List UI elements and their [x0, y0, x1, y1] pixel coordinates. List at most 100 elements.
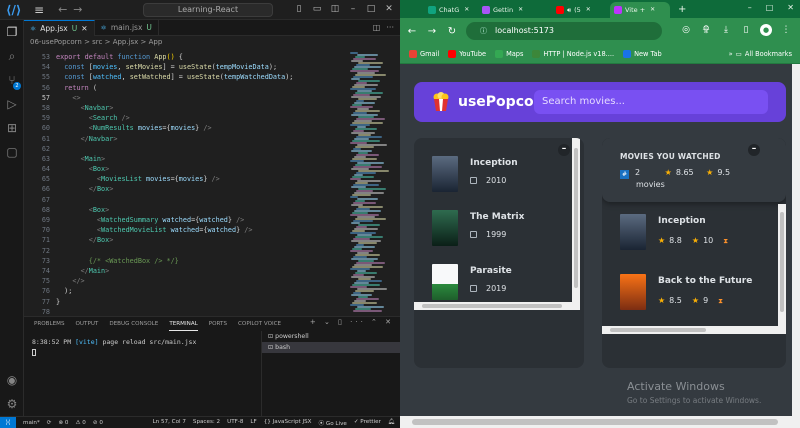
maximize-icon[interactable]: □	[366, 4, 376, 14]
panel-tab-ports[interactable]: PORTS	[209, 317, 227, 331]
site-info-icon[interactable]: ⓘ	[480, 27, 487, 35]
code-line[interactable]: </Box>	[56, 235, 346, 245]
eol[interactable]: LF	[250, 419, 256, 427]
chrome-extension-icon[interactable]: ◎	[680, 24, 692, 36]
code-line[interactable]	[56, 246, 346, 256]
profile-avatar[interactable]: ●	[760, 24, 772, 36]
close-tab-icon[interactable]: ✕	[81, 21, 87, 37]
panel-actions[interactable]: + ⌄ ▯ ··· ⌃ ✕	[310, 318, 394, 326]
layout-panel-icon[interactable]: ▭	[312, 4, 322, 14]
minimap[interactable]	[348, 48, 390, 316]
code-line[interactable]: <>	[56, 93, 346, 103]
scroll-thumb[interactable]	[610, 328, 706, 332]
language-mode[interactable]: {} JavaScript JSX	[264, 419, 312, 427]
encoding[interactable]: UTF-8	[227, 419, 243, 427]
panel-tab-output[interactable]: OUTPUT	[76, 317, 99, 331]
scroll-thumb[interactable]	[412, 419, 778, 425]
terminal-item-powershell[interactable]: ⊡ powershell	[262, 331, 400, 342]
watched-scrollbar[interactable]	[778, 204, 786, 326]
list-item[interactable]: Inception ★ 8.8 ★ 10 ⧗	[602, 208, 762, 260]
sync-icon[interactable]: ⟳	[47, 420, 52, 426]
minimize-icon[interactable]: –	[748, 3, 752, 12]
chrome-menu-icon[interactable]: ⋮	[780, 24, 792, 36]
hamburger-icon[interactable]: ≡	[34, 3, 44, 17]
code-line[interactable]: export default function App() {	[56, 52, 346, 62]
ports-count[interactable]: ⊘ 0	[93, 420, 103, 426]
editor-scrollbar[interactable]	[392, 48, 400, 316]
page-horizontal-scrollbar[interactable]	[400, 416, 800, 428]
close-icon[interactable]: ✕	[384, 4, 394, 14]
extensions-icon[interactable]: ⊞	[4, 120, 20, 136]
close-icon[interactable]: ✕	[787, 3, 794, 12]
browser-tab-chatgpt[interactable]: ChatG ✕	[424, 2, 472, 18]
bookmark-new-tab[interactable]: New Tab	[623, 49, 662, 58]
settings-gear-icon[interactable]: ⚙	[4, 396, 20, 412]
code-line[interactable]: </Navbar>	[56, 134, 346, 144]
more-bookmarks-icon[interactable]: »	[729, 50, 733, 58]
code-line[interactable]: <Main>	[56, 154, 346, 164]
code-line[interactable]: </Box>	[56, 184, 346, 194]
indentation[interactable]: Spaces: 2	[193, 419, 220, 427]
remote-explorer-icon[interactable]: ▢	[4, 144, 20, 160]
terminal-item-bash[interactable]: ⊡ bash	[262, 342, 400, 353]
bookmark-maps[interactable]: Maps	[495, 49, 523, 58]
explorer-icon[interactable]: ❐	[4, 24, 20, 40]
panel-tab-terminal[interactable]: TERMINAL	[169, 317, 198, 331]
code-line[interactable]: </>	[56, 276, 346, 286]
panel-tab-problems[interactable]: PROBLEMS	[34, 317, 65, 331]
scroll-thumb[interactable]	[780, 212, 784, 312]
extensions-puzzle-icon[interactable]: ⚲	[700, 24, 712, 36]
warning-count[interactable]: ⚠ 0	[76, 420, 86, 426]
code-line[interactable]: const [watched, setWatched] = useState(t…	[56, 72, 346, 82]
code-line[interactable]: <Box>	[56, 164, 346, 174]
more-actions-icon[interactable]: ···	[386, 20, 394, 35]
code-text[interactable]: export default function App() { const [m…	[56, 52, 346, 316]
downloads-icon[interactable]: ⤓	[720, 24, 732, 36]
maximize-icon[interactable]: □	[766, 3, 774, 12]
reload-icon[interactable]: ↻	[444, 26, 460, 37]
layout-icon[interactable]: ◫	[330, 4, 340, 14]
code-line[interactable]: <Search />	[56, 113, 346, 123]
list-item[interactable]: Inception 2010	[414, 148, 574, 200]
code-line[interactable]: <MoviesList movies={movies} />	[56, 174, 346, 184]
all-bookmarks[interactable]: » ▭ All Bookmarks	[729, 50, 792, 58]
back-icon[interactable]: ←	[404, 26, 420, 37]
command-center-search[interactable]: Learning-React	[143, 3, 273, 17]
code-line[interactable]: return (	[56, 83, 346, 93]
prettier-status[interactable]: ✓ Prettier	[354, 419, 381, 427]
browser-tab-getting[interactable]: Gettin ✕	[478, 2, 528, 18]
layout-sidebar-icon[interactable]: ▯	[294, 4, 304, 14]
tab-app-jsx[interactable]: ⚛ App.jsx U ✕	[24, 20, 95, 36]
search-input[interactable]: Search movies...	[534, 90, 768, 114]
close-tab-icon[interactable]: ✕	[464, 2, 469, 18]
watched-horizontal-scrollbar[interactable]	[602, 326, 786, 334]
address-bar[interactable]: ⓘ localhost:5173 ☆	[466, 22, 710, 40]
code-line[interactable]	[56, 307, 346, 316]
list-item[interactable]: Back to the Future ★ 8.5 ★ 9 ⧗	[602, 268, 762, 320]
code-line[interactable]: }	[56, 297, 346, 307]
list-scrollbar[interactable]	[572, 138, 580, 302]
code-line[interactable]: {/* <WatchedBox /> */}	[56, 256, 346, 266]
close-tab-icon[interactable]: ✕	[586, 2, 591, 18]
page-vertical-scrollbar[interactable]	[792, 64, 800, 416]
nav-arrows[interactable]: ←→	[58, 3, 88, 16]
panel-tab-copilot-voice[interactable]: COPILOT VOICE	[238, 317, 281, 331]
run-debug-icon[interactable]: ▷	[4, 96, 20, 112]
breadcrumb[interactable]: 06-usePopcorn > src > App.jsx > App	[24, 36, 400, 48]
notifications-bell-icon[interactable]: 🔔︎	[388, 419, 395, 427]
forward-icon[interactable]: →	[424, 26, 440, 37]
new-tab-button[interactable]: +	[674, 2, 688, 18]
code-line[interactable]: <NumResults movies={movies} />	[56, 123, 346, 133]
list-horizontal-scrollbar[interactable]	[414, 302, 580, 310]
scroll-thumb[interactable]	[574, 148, 578, 288]
scroll-thumb[interactable]	[422, 304, 562, 308]
code-line[interactable]: </Main>	[56, 266, 346, 276]
remote-indicator-icon[interactable]: ⟩⟨	[0, 416, 16, 428]
minimize-icon[interactable]: –	[348, 4, 358, 14]
browser-tab-youtube[interactable]: 🔊︎ (5 ✕	[552, 2, 602, 18]
code-line[interactable]	[56, 144, 346, 154]
cursor-position[interactable]: Ln 57, Col 7	[153, 419, 186, 427]
panel-tab-debug-console[interactable]: DEBUG CONSOLE	[109, 317, 158, 331]
bookmark-youtube[interactable]: YouTube	[448, 49, 486, 58]
code-line[interactable]: );	[56, 286, 346, 296]
